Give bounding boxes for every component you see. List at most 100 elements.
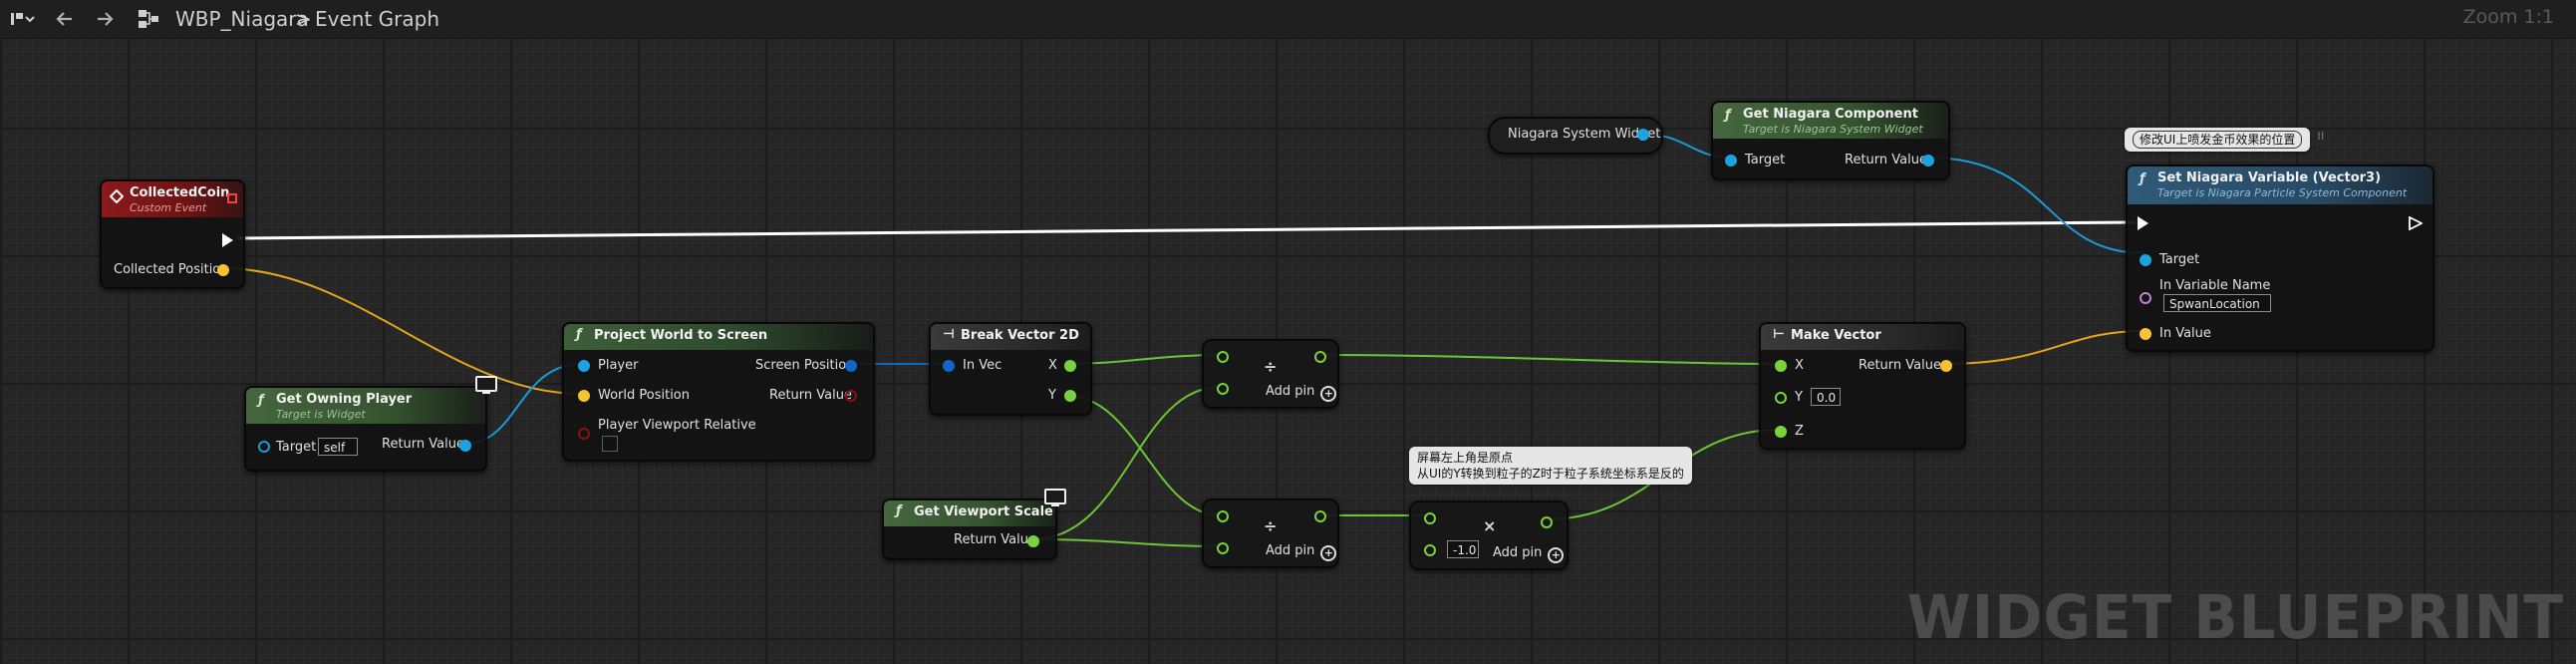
screen-position-out-pin[interactable]	[845, 360, 857, 372]
function-icon: ƒ	[576, 327, 582, 342]
pin-label-target: Target	[2159, 252, 2200, 267]
pin-label-player: Player	[598, 358, 639, 373]
y-value-field[interactable]: 0.0	[1811, 388, 1841, 406]
target-in-pin[interactable]	[2140, 254, 2151, 266]
node-get-viewport-scale[interactable]: Get Viewport Scale ƒ Return Value	[882, 498, 1057, 560]
variable-name-field[interactable]: SpwanLocation	[2163, 294, 2271, 312]
object-out-pin[interactable]	[459, 440, 471, 452]
a-in-pin[interactable]	[1424, 512, 1436, 524]
zoom-level: Zoom 1:1	[2462, 6, 2554, 28]
target-in-pin[interactable]	[1725, 155, 1737, 166]
add-pin-button[interactable]: Add pin +	[1493, 545, 1565, 563]
breadcrumb-asset[interactable]: WBP_Niagara	[175, 4, 309, 34]
pin-label-collected-position: Collected Position	[114, 262, 229, 277]
pin-label-return: Return Value	[1845, 153, 1927, 167]
event-diamond-icon	[110, 189, 124, 203]
float-out-pin[interactable]	[1027, 535, 1039, 547]
node-subtitle: Target is Widget	[276, 408, 366, 421]
player-in-pin[interactable]	[578, 360, 590, 372]
node-divide-bottom[interactable]: ÷ Add pin +	[1202, 498, 1339, 568]
result-out-pin[interactable]	[1314, 351, 1326, 363]
name-in-pin[interactable]	[2140, 292, 2151, 304]
multiply-value-field[interactable]: -1.0	[1447, 540, 1479, 558]
exec-out-pin[interactable]	[222, 233, 233, 247]
z-in-pin[interactable]	[1775, 426, 1787, 438]
y-out-pin[interactable]	[1064, 390, 1076, 402]
multiply-symbol: ×	[1483, 516, 1497, 535]
node-title: Set Niagara Variable (Vector3)	[2157, 170, 2382, 185]
node-set-niagara-variable[interactable]: Set Niagara Variable (Vector3) Target is…	[2126, 165, 2434, 352]
target-in-pin[interactable]	[258, 441, 270, 453]
node-make-vector[interactable]: Make Vector ⊢ X Y 0.0 Z Return Value	[1759, 322, 1966, 450]
x-out-pin[interactable]	[1064, 360, 1076, 372]
monitor-icon	[1044, 489, 1066, 506]
wire-collected-to-world	[220, 267, 583, 395]
pin-label-in-vec: In Vec	[963, 358, 1002, 373]
viewport-relative-checkbox[interactable]	[602, 436, 618, 452]
in-vec-pin[interactable]	[943, 360, 955, 372]
node-divide-top[interactable]: ÷ Add pin +	[1202, 339, 1339, 409]
world-position-in-pin[interactable]	[578, 390, 590, 402]
widget-blueprint-watermark: WIDGET BLUEPRINT	[1906, 581, 2564, 653]
pin-label-return: Return Value	[954, 532, 1036, 547]
object-out-pin[interactable]	[1637, 129, 1649, 141]
x-in-pin[interactable]	[1775, 360, 1787, 372]
monitor-icon	[475, 376, 497, 394]
pin-label-return: Return Value	[769, 388, 852, 403]
y-in-pin[interactable]	[1775, 392, 1787, 404]
add-pin-label: Add pin	[1266, 384, 1315, 399]
delegate-pin[interactable]	[227, 193, 237, 203]
comment-line-1: 屏幕左上角是原点	[1417, 451, 1514, 465]
node-collected-coin[interactable]: CollectedCoin Custom Event Collected Pos…	[100, 179, 245, 289]
vector-out-pin[interactable]	[217, 264, 229, 276]
exec-in-pin[interactable]	[2138, 216, 2148, 230]
node-title: CollectedCoin	[130, 185, 230, 200]
node-get-niagara-component[interactable]: Get Niagara Component Target is Niagara …	[1711, 101, 1950, 180]
exec-wire	[236, 220, 2137, 240]
break-struct-icon: ⊣	[943, 327, 955, 342]
node-multiply[interactable]: -1.0 × Add pin +	[1409, 500, 1569, 570]
exec-out-pin[interactable]	[2409, 216, 2423, 230]
comment-line-2: 从UI的Y转换到粒子的Z时于粒子系统坐标系是反的	[1417, 467, 1684, 481]
b-in-pin[interactable]	[1424, 544, 1436, 556]
comment-grip-icon: ⁞⁞	[2317, 130, 2325, 143]
result-out-pin[interactable]	[1314, 510, 1326, 522]
vector-in-pin[interactable]	[2140, 328, 2151, 340]
divide-symbol: ÷	[1264, 357, 1278, 376]
pin-label-z: Z	[1795, 424, 1804, 439]
pin-label-target: Target	[276, 440, 317, 455]
pin-label-in-value: In Value	[2159, 326, 2211, 341]
arrow-right-icon	[98, 12, 114, 26]
object-out-pin[interactable]	[1922, 155, 1934, 166]
comment-screen-origin[interactable]: 屏幕左上角是原点 从UI的Y转换到粒子的Z时于粒子系统坐标系是反的	[1409, 447, 1692, 485]
pin-label-x: X	[1795, 358, 1804, 373]
comment-set-variable[interactable]: 修改UI上喷发金币效果的位置 ⁞⁞	[2125, 128, 2324, 152]
b-in-pin[interactable]	[1217, 542, 1229, 554]
add-pin-label: Add pin	[1266, 543, 1315, 558]
a-in-pin[interactable]	[1217, 351, 1229, 363]
target-self-field[interactable]: self	[318, 438, 358, 456]
wire-divtop-x	[1317, 354, 1780, 365]
result-out-pin[interactable]	[1541, 516, 1553, 528]
divide-symbol: ÷	[1264, 516, 1278, 535]
function-icon: ƒ	[258, 393, 264, 408]
add-pin-button[interactable]: Add pin +	[1266, 384, 1337, 402]
bool-out-pin[interactable]	[845, 390, 857, 402]
node-niagara-system-widget[interactable]: Niagara System Widget	[1488, 117, 1663, 155]
a-in-pin[interactable]	[1217, 510, 1229, 522]
function-icon: ƒ	[1725, 108, 1731, 123]
add-pin-button[interactable]: Add pin +	[1266, 543, 1337, 561]
forward-button[interactable]	[90, 5, 120, 33]
node-get-owning-player[interactable]: Get Owning Player Target is Widget ƒ Tar…	[244, 386, 487, 472]
breadcrumb-graph[interactable]: Event Graph	[315, 4, 439, 34]
back-button[interactable]	[50, 5, 80, 33]
node-subtitle: Target is Niagara System Widget	[1743, 123, 1923, 136]
node-subtitle: Custom Event	[130, 201, 207, 214]
node-project-world-to-screen[interactable]: Project World to Screen ƒ Player World P…	[562, 322, 875, 462]
vector-out-pin[interactable]	[1940, 360, 1952, 372]
b-in-pin[interactable]	[1217, 383, 1229, 395]
make-struct-icon: ⊢	[1773, 327, 1785, 342]
viewport-relative-in-pin[interactable]	[578, 428, 590, 440]
node-break-vector-2d[interactable]: Break Vector 2D ⊣ In Vec X Y	[929, 322, 1092, 416]
blueprint-menu-button[interactable]	[6, 5, 38, 33]
